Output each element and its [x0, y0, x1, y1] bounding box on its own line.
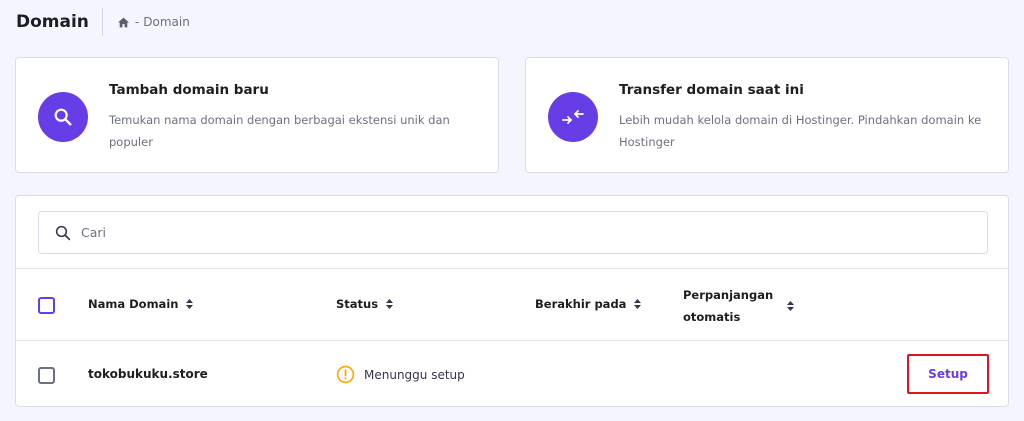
column-label: Berakhir pada [535, 297, 627, 311]
column-header-auto-renew[interactable]: Perpanjangan otomatis [683, 284, 794, 328]
breadcrumb-separator: - [134, 15, 140, 29]
column-label: Status [336, 297, 379, 311]
domain-name[interactable]: tokobukuku.store [88, 367, 208, 381]
page-title: Domain [16, 12, 89, 32]
breadcrumb-current: Domain [143, 15, 190, 29]
status-badge: Menunggu setup [336, 365, 465, 384]
add-domain-card[interactable]: Tambah domain baru Temukan nama domain d… [15, 57, 499, 173]
search-icon [38, 92, 88, 142]
card-title: Transfer domain saat ini [619, 82, 804, 98]
column-label: Nama Domain [88, 297, 179, 311]
column-header-domain-name[interactable]: Nama Domain [88, 297, 194, 311]
column-label: Perpanjangan otomatis [683, 288, 774, 324]
header-divider [101, 8, 103, 36]
card-description: Temukan nama domain dengan berbagai ekst… [109, 113, 450, 149]
sort-icon[interactable] [787, 301, 794, 311]
card-title: Tambah domain baru [109, 82, 269, 98]
sort-icon[interactable] [386, 299, 394, 309]
search-input[interactable] [81, 225, 961, 240]
search-icon [54, 224, 72, 242]
select-all-checkbox[interactable] [38, 297, 55, 314]
domain-list-panel: Nama Domain Status Berakhir pada Perpanj… [15, 195, 1009, 407]
row-checkbox[interactable] [38, 367, 55, 384]
home-icon[interactable] [117, 16, 130, 29]
divider [16, 340, 1008, 341]
breadcrumb: - Domain [117, 15, 190, 29]
status-label: Menunggu setup [364, 367, 465, 382]
transfer-arrows-icon [548, 92, 598, 142]
column-header-expiry[interactable]: Berakhir pada [535, 297, 642, 311]
sort-icon[interactable] [186, 299, 194, 309]
divider [16, 268, 1008, 269]
page-header: Domain - Domain [16, 8, 190, 36]
transfer-domain-card[interactable]: Transfer domain saat ini Lebih mudah kel… [525, 57, 1009, 173]
search-box[interactable] [38, 211, 988, 254]
sort-icon[interactable] [634, 299, 642, 309]
warning-icon [336, 365, 355, 384]
card-description: Lebih mudah kelola domain di Hostinger. … [619, 113, 982, 149]
column-header-status[interactable]: Status [336, 297, 394, 311]
setup-button[interactable]: Setup [907, 354, 989, 394]
